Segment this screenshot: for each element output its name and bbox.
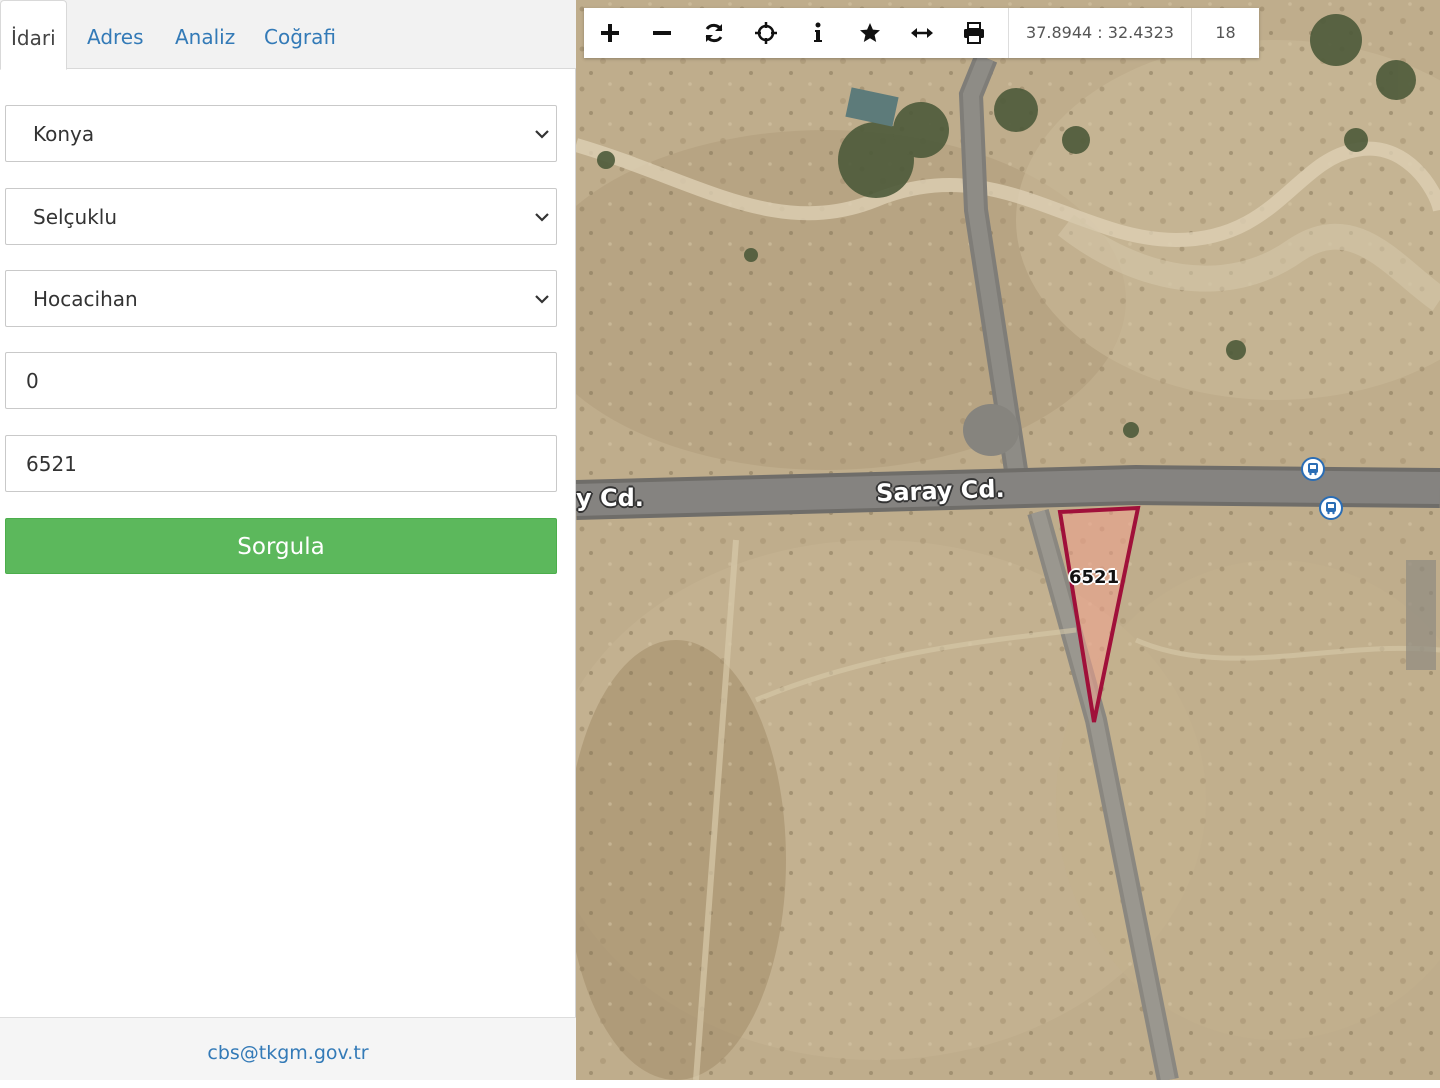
refresh-button[interactable] bbox=[688, 8, 740, 58]
print-icon bbox=[964, 22, 984, 44]
tab-bar: İdari Adres Analiz Coğrafi bbox=[0, 0, 576, 70]
zoom-level: 18 bbox=[1215, 23, 1236, 42]
neighborhood-value: Hocacihan bbox=[33, 287, 138, 311]
road-label-saray: Saray Cd. bbox=[875, 474, 1006, 508]
tab-analiz[interactable]: Analiz bbox=[175, 0, 235, 69]
query-panel: İdari Adres Analiz Coğrafi Konya Selçukl… bbox=[0, 0, 576, 1080]
favorite-icon bbox=[860, 23, 880, 42]
footer: cbs@tkgm.gov.tr bbox=[0, 1017, 576, 1080]
query-button[interactable]: Sorgula bbox=[5, 518, 557, 574]
tab-idari[interactable]: İdari bbox=[0, 0, 67, 70]
chevron-down-icon bbox=[535, 295, 549, 304]
tab-adres[interactable]: Adres bbox=[87, 0, 144, 69]
province-value: Konya bbox=[33, 122, 95, 146]
coordinate-readout: 37.8944 : 32.4323 bbox=[1008, 8, 1192, 58]
district-select[interactable]: Selçuklu bbox=[5, 188, 557, 245]
favorite-button[interactable] bbox=[844, 8, 896, 58]
refresh-icon bbox=[705, 23, 723, 43]
measure-icon bbox=[911, 28, 933, 38]
tab-cografi[interactable]: Coğrafi bbox=[264, 0, 336, 69]
zoom-out-icon bbox=[653, 31, 671, 35]
parcel-label[interactable]: 6521 bbox=[1069, 567, 1119, 588]
block-number-input[interactable]: 0 bbox=[5, 352, 557, 409]
print-button[interactable] bbox=[948, 8, 1000, 58]
block-number-value: 0 bbox=[26, 369, 39, 393]
neighborhood-select[interactable]: Hocacihan bbox=[5, 270, 557, 327]
zoom-in-icon bbox=[601, 24, 619, 42]
parcel-number-input[interactable]: 6521 bbox=[5, 435, 557, 492]
zoom-out-button[interactable] bbox=[636, 8, 688, 58]
chevron-down-icon bbox=[535, 130, 549, 139]
district-value: Selçuklu bbox=[33, 205, 118, 229]
satellite-imagery bbox=[576, 0, 1440, 1080]
chevron-down-icon bbox=[535, 213, 549, 222]
bus-stop-icon[interactable] bbox=[1301, 457, 1325, 481]
parcel-number-value: 6521 bbox=[26, 452, 77, 476]
zoom-in-button[interactable] bbox=[584, 8, 636, 58]
map-toolbar: 37.8944 : 32.4323 18 bbox=[584, 8, 1259, 58]
info-button[interactable] bbox=[792, 8, 844, 58]
bus-stop-icon[interactable] bbox=[1319, 496, 1343, 520]
locate-icon bbox=[755, 22, 777, 44]
measure-button[interactable] bbox=[896, 8, 948, 58]
contact-email-link[interactable]: cbs@tkgm.gov.tr bbox=[207, 1042, 368, 1064]
info-icon bbox=[814, 22, 822, 42]
locate-button[interactable] bbox=[740, 8, 792, 58]
satellite-map[interactable]: y Cd. Saray Cd. 6521 37.8944: 32.4323 1… bbox=[576, 0, 1440, 1080]
road-label-partial: y Cd. bbox=[576, 484, 644, 512]
province-select[interactable]: Konya bbox=[5, 105, 557, 162]
